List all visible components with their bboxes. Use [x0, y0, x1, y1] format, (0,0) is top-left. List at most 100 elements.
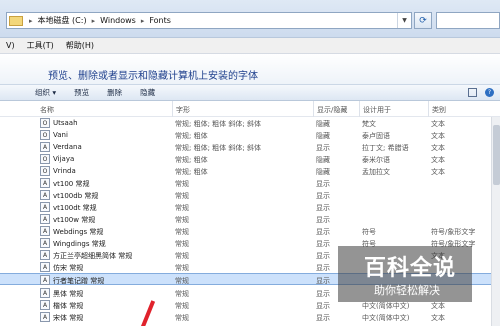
font-design: 梵文 — [362, 120, 376, 128]
font-style: 常规 — [175, 252, 189, 260]
font-visibility: 隐藏 — [316, 132, 330, 140]
font-file-icon: O — [40, 118, 50, 128]
font-name: 方正兰亭超细黑简体 常规 — [53, 252, 133, 260]
font-design: 符号 — [362, 228, 376, 236]
list-item[interactable]: O Vijaya 常规; 粗体 隐藏 泰米尔语 文本 — [0, 153, 500, 165]
menu-tools[interactable]: 工具(T) — [21, 40, 60, 51]
column-category-header[interactable]: 类别 — [428, 101, 446, 117]
font-name: Vani — [53, 131, 68, 139]
list-item[interactable]: A Webdings 常规 常规 显示 符号 符号/象形文字 — [0, 225, 500, 237]
refresh-button[interactable]: ⟳ — [414, 12, 432, 29]
column-design-header[interactable]: 设计用于 — [359, 101, 391, 117]
font-category: 符号/象形文字 — [431, 228, 476, 236]
font-file-icon: A — [40, 214, 50, 224]
font-style: 常规 — [175, 204, 189, 212]
font-file-icon: A — [40, 226, 50, 236]
search-input[interactable] — [436, 12, 500, 29]
font-file-icon: O — [40, 166, 50, 176]
list-item[interactable]: A 宋体 常规 常规 显示 中文(简体中文) 文本 — [0, 311, 500, 323]
delete-button[interactable]: 删除 — [98, 87, 131, 98]
column-headers: 名称 字形 显示/隐藏 设计用于 类别 — [0, 101, 500, 117]
view-options-icon[interactable] — [468, 88, 477, 97]
breadcrumb-windows[interactable]: Windows — [98, 16, 138, 25]
vertical-scrollbar[interactable] — [491, 117, 500, 326]
list-item[interactable]: O Utsaah 常规; 粗体; 粗体 斜体; 斜体 隐藏 梵文 文本 — [0, 117, 500, 129]
font-category: 文本 — [431, 132, 445, 140]
font-file-icon: A — [40, 300, 50, 310]
address-bar[interactable]: ▸ 本地磁盘 (C:) ▸ Windows ▸ Fonts ▼ — [6, 12, 412, 29]
font-category: 文本 — [431, 156, 445, 164]
font-file-icon: A — [40, 250, 50, 260]
font-style: 常规 — [175, 192, 189, 200]
font-file-icon: O — [40, 130, 50, 140]
font-visibility: 隐藏 — [316, 156, 330, 164]
font-name: vt100db 常规 — [53, 192, 99, 200]
font-file-icon: A — [40, 275, 50, 285]
list-item[interactable]: A vt100db 常规 常规 显示 — [0, 189, 500, 201]
scroll-thumb[interactable] — [493, 125, 500, 185]
font-design: 泰米尔语 — [362, 156, 390, 164]
font-name: 行者笔记蹭 常规 — [53, 277, 105, 285]
font-category: 文本 — [431, 314, 445, 322]
font-style: 常规; 粗体; 粗体 斜体; 斜体 — [175, 120, 261, 128]
font-visibility: 显示 — [316, 228, 330, 236]
menu-bar: V) 工具(T) 帮助(H) — [0, 38, 500, 54]
address-bar-area: ▸ 本地磁盘 (C:) ▸ Windows ▸ Fonts ▼ ⟳ — [0, 0, 500, 38]
font-name: Webdings 常规 — [53, 228, 104, 236]
font-design: 孟加拉文 — [362, 168, 390, 176]
view-controls: ? — [468, 88, 494, 97]
font-file-icon: A — [40, 288, 50, 298]
font-visibility: 显示 — [316, 314, 330, 322]
preview-button[interactable]: 预览 — [65, 87, 98, 98]
list-item[interactable]: A vt100 常规 常规 显示 — [0, 177, 500, 189]
watermark-subtitle: 助你轻松解决 — [374, 284, 440, 297]
font-design: 中文(简体中文) — [362, 302, 410, 310]
font-name: Vrinda — [53, 167, 76, 175]
font-style: 常规 — [175, 264, 189, 272]
breadcrumb-drive[interactable]: 本地磁盘 (C:) — [36, 15, 89, 26]
font-name: vt100 常规 — [53, 180, 90, 188]
font-visibility: 显示 — [316, 192, 330, 200]
font-name: 仿宋 常规 — [53, 264, 84, 272]
font-file-icon: O — [40, 154, 50, 164]
column-name-header[interactable]: 名称 — [40, 105, 54, 115]
list-item[interactable]: O Vani 常规; 粗体 隐藏 泰卢固语 文本 — [0, 129, 500, 141]
chevron-right-icon: ▸ — [140, 16, 145, 25]
command-toolbar: 组织 ▾ 预览 删除 隐藏 ? — [0, 84, 500, 101]
font-design: 泰卢固语 — [362, 132, 390, 140]
organize-button[interactable]: 组织 ▾ — [0, 87, 65, 98]
column-show-header[interactable]: 显示/隐藏 — [313, 101, 347, 117]
column-style-header[interactable]: 字形 — [172, 101, 190, 117]
list-item[interactable]: A vt100dt 常规 常规 显示 — [0, 201, 500, 213]
font-design: 中文(简体中文) — [362, 314, 410, 322]
font-style: 常规 — [175, 314, 189, 322]
list-item[interactable]: A vt100w 常规 常规 显示 — [0, 213, 500, 225]
font-visibility: 隐藏 — [316, 168, 330, 176]
font-file-icon: A — [40, 190, 50, 200]
font-name: vt100dt 常规 — [53, 204, 97, 212]
list-item[interactable]: A Verdana 常规; 粗体; 粗体 斜体; 斜体 显示 拉丁文; 希腊语 … — [0, 141, 500, 153]
breadcrumb-fonts[interactable]: Fonts — [147, 16, 173, 25]
help-icon[interactable]: ? — [485, 88, 494, 97]
font-visibility: 显示 — [316, 180, 330, 188]
list-item[interactable]: O Vrinda 常规; 粗体 隐藏 孟加拉文 文本 — [0, 165, 500, 177]
font-style: 常规; 粗体 — [175, 132, 208, 140]
font-style: 常规 — [175, 228, 189, 236]
font-style: 常规; 粗体 — [175, 168, 208, 176]
font-file-icon: A — [40, 262, 50, 272]
address-dropdown-icon[interactable]: ▼ — [397, 13, 411, 28]
font-visibility: 隐藏 — [316, 120, 330, 128]
font-style: 常规 — [175, 240, 189, 248]
hide-button[interactable]: 隐藏 — [131, 87, 164, 98]
folder-icon — [9, 15, 23, 26]
header-band: 预览、删除或者显示和隐藏计算机上安装的字体 — [0, 54, 500, 84]
font-style: 常规; 粗体; 粗体 斜体; 斜体 — [175, 144, 261, 152]
font-file-icon: A — [40, 178, 50, 188]
font-category: 文本 — [431, 120, 445, 128]
menu-help[interactable]: 帮助(H) — [60, 40, 100, 51]
font-file-icon: A — [40, 202, 50, 212]
font-category: 文本 — [431, 144, 445, 152]
menu-view[interactable]: V) — [0, 41, 21, 50]
watermark-title: 百科全说 — [364, 256, 457, 281]
font-visibility: 显示 — [316, 302, 330, 310]
